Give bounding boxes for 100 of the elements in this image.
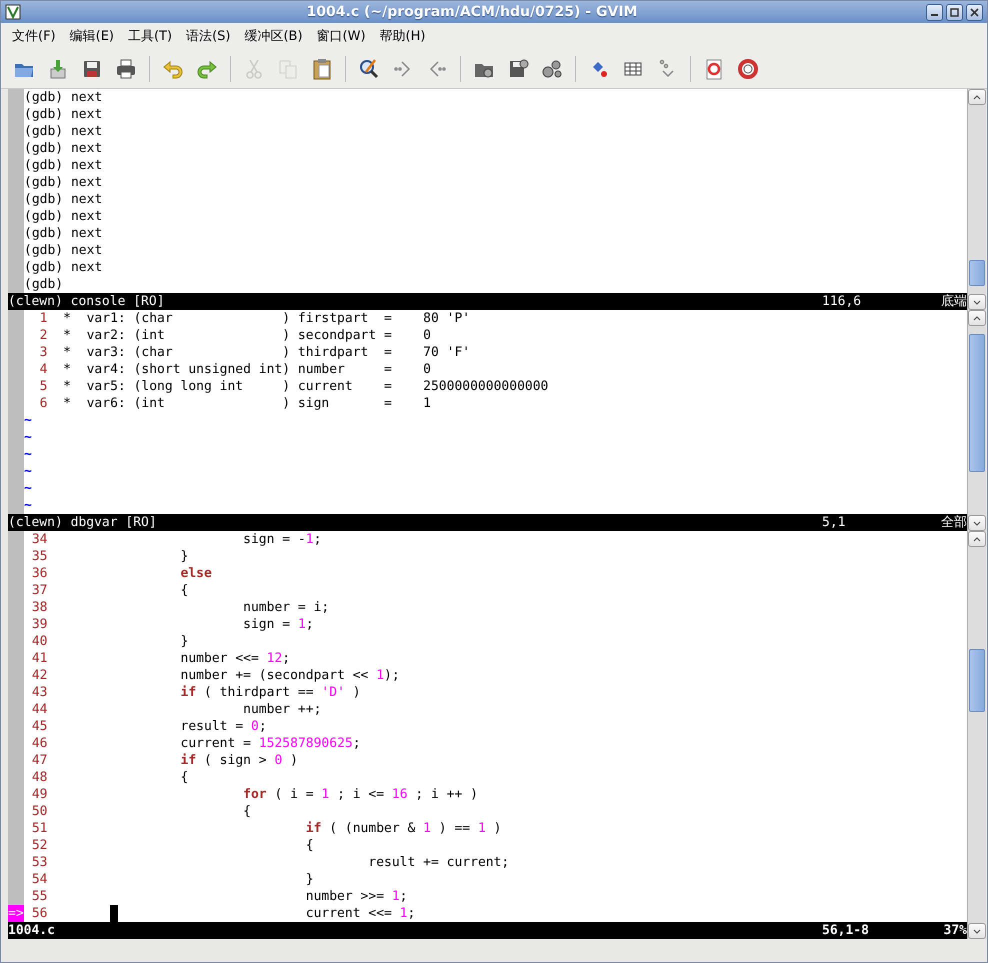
- scroll-down-icon[interactable]: [968, 923, 986, 939]
- menu-item[interactable]: 缓冲区(B): [237, 24, 310, 48]
- minimize-button[interactable]: [926, 4, 943, 20]
- filler-tilde: ~: [24, 480, 32, 497]
- cursor-position: 116,6: [822, 293, 862, 310]
- code-line: result += current;: [367, 854, 510, 871]
- cursor-position: 56,1-8: [822, 922, 870, 939]
- variable-number: 6: [38, 395, 48, 412]
- console-line: (gdb) next: [24, 259, 102, 276]
- buffer-name: (clewn) console [RO]: [8, 293, 166, 310]
- scroll-up-icon[interactable]: [968, 531, 986, 547]
- window-title: 1004.c (~/program/ACM/hdu/0725) - GVIM: [306, 4, 638, 20]
- line-number: 38: [30, 599, 48, 616]
- console-line: (gdb) next: [24, 123, 102, 140]
- cursor-position: 5,1: [822, 514, 846, 531]
- code-line: number ++;: [242, 701, 322, 718]
- console-line: (gdb): [24, 276, 64, 293]
- line-number: 43: [30, 684, 48, 701]
- menu-item[interactable]: 语法(S): [179, 24, 238, 48]
- code-line: }: [180, 548, 190, 565]
- variable-number: 3: [38, 344, 48, 361]
- line-number: 48: [30, 769, 48, 786]
- console-line: (gdb) next: [24, 242, 102, 259]
- scrollbar-thumb[interactable]: [969, 260, 985, 286]
- line-number: 45: [30, 718, 48, 735]
- current-line-sign: =>: [8, 905, 24, 922]
- menu-item[interactable]: 工具(T): [120, 24, 180, 48]
- line-number: 40: [30, 633, 48, 650]
- code-line: current = 152587890625;: [180, 735, 362, 752]
- menu-item[interactable]: 窗口(W): [310, 24, 373, 48]
- menu-item[interactable]: 文件(F): [5, 24, 63, 48]
- code-line: {: [242, 803, 252, 820]
- code-line: sign = 1;: [242, 616, 315, 633]
- variable-line: * var2: (int ) secondpart = 0: [62, 327, 431, 344]
- console-line: (gdb) next: [24, 191, 102, 208]
- filler-tilde: ~: [24, 412, 32, 429]
- menu-item[interactable]: 编辑(E): [62, 24, 121, 48]
- line-number: 50: [30, 803, 48, 820]
- code-line: }: [180, 633, 190, 650]
- code-line: {: [304, 837, 315, 854]
- code-line: {: [180, 582, 190, 599]
- variable-line: * var5: (long long int ) current = 2500000000000000: [62, 378, 548, 395]
- code-line: current <<= 1;: [55, 905, 967, 922]
- code-line: if ( sign > 0 ): [180, 752, 299, 769]
- scroll-up-icon[interactable]: [968, 310, 986, 326]
- console-line: (gdb) next: [24, 140, 102, 157]
- scroll-down-icon[interactable]: [968, 294, 986, 310]
- line-number: 42: [30, 667, 48, 684]
- scrollbar-thumb[interactable]: [969, 648, 985, 712]
- variable-line: * var6: (int ) sign = 1: [62, 395, 431, 412]
- scroll-position: 37%: [942, 922, 967, 939]
- close-button[interactable]: [966, 4, 983, 20]
- console-line: (gdb) next: [24, 208, 102, 225]
- variable-number: 1: [38, 310, 48, 327]
- scrollbar[interactable]: [967, 531, 986, 939]
- line-number: 54: [30, 871, 48, 888]
- scrollbar[interactable]: [967, 89, 986, 310]
- buffer-name: 1004.c: [8, 922, 56, 939]
- line-number: 44: [30, 701, 48, 718]
- scroll-position: 全部: [940, 514, 967, 531]
- line-number: 52: [30, 837, 48, 854]
- console-line: (gdb) next: [24, 157, 102, 174]
- variable-line: * var4: (short unsigned int) number = 0: [62, 361, 431, 378]
- code-line: for ( i = 1 ; i <= 16 ; i ++ ): [242, 786, 479, 803]
- line-number: 46: [30, 735, 48, 752]
- line-number: 47: [30, 752, 48, 769]
- code-line: {: [180, 769, 190, 786]
- line-number: 41: [30, 650, 48, 667]
- code-line: number <<= 12;: [180, 650, 292, 667]
- variable-number: 4: [38, 361, 48, 378]
- menu-item[interactable]: 帮助(H): [372, 24, 432, 48]
- code-line: if ( thirdpart == 'D' ): [180, 684, 362, 701]
- variable-line: * var3: (char ) thirdpart = 70 'F': [62, 344, 470, 361]
- scroll-down-icon[interactable]: [968, 515, 986, 531]
- line-number: 36: [30, 565, 48, 582]
- variable-number: 5: [38, 378, 48, 395]
- line-number: 35: [30, 548, 48, 565]
- code-line: number = i;: [242, 599, 330, 616]
- printer-icon[interactable]: [114, 56, 138, 80]
- buffer-name: (clewn) dbgvar [RO]: [8, 514, 158, 531]
- console-line: (gdb) next: [24, 174, 102, 191]
- magnifier-pencil-icon[interactable]: [357, 56, 381, 80]
- code-line: sign = -1;: [242, 531, 322, 548]
- scroll-up-icon[interactable]: [968, 89, 986, 105]
- filler-tilde: ~: [24, 463, 32, 480]
- line-number: 34: [30, 531, 48, 548]
- line-number: 37: [30, 582, 48, 599]
- console-line: (gdb) next: [24, 225, 102, 242]
- code-line: result = 0;: [180, 718, 268, 735]
- scrollbar-thumb[interactable]: [969, 334, 985, 472]
- console-line: (gdb) next: [24, 89, 102, 106]
- scrollbar[interactable]: [967, 310, 986, 531]
- app-logo-icon: [5, 4, 21, 20]
- filler-tilde: ~: [24, 497, 32, 514]
- code-line: if ( (number & 1 ) == 1 ): [304, 820, 502, 837]
- maximize-button[interactable]: [946, 4, 963, 20]
- minimize-icon: [931, 14, 938, 16]
- code-line: }: [304, 871, 315, 888]
- lifebuoy-icon[interactable]: [736, 56, 760, 80]
- code-line: number >>= 1;: [304, 888, 408, 905]
